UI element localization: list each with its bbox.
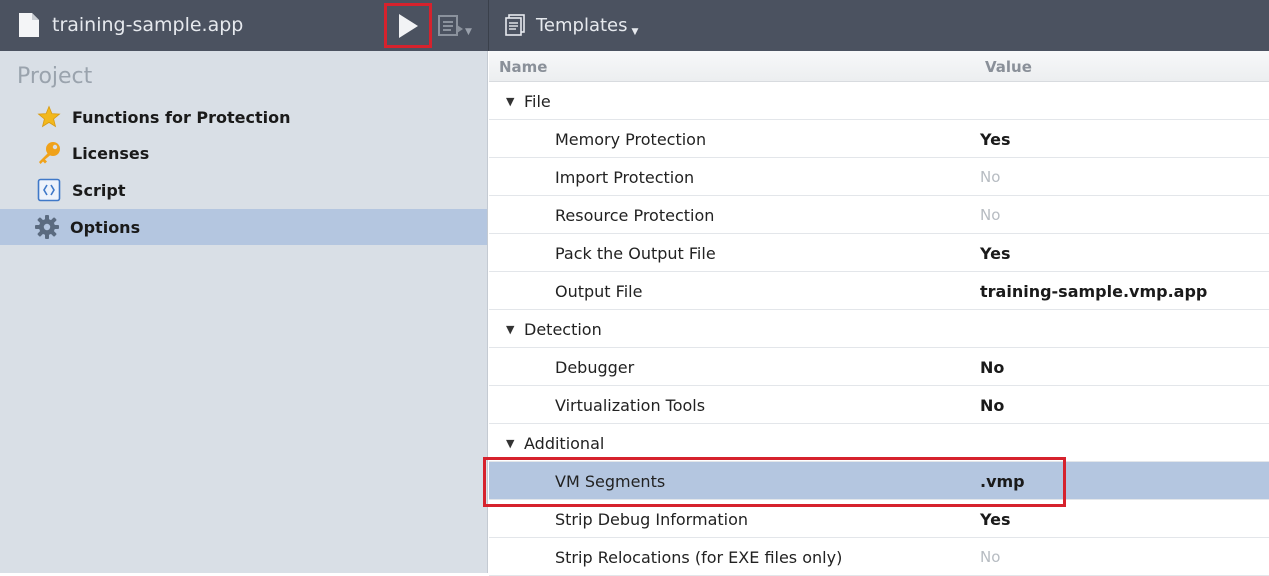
sidebar-item-label: Functions for Protection [72,107,291,127]
sidebar-item-functions-for-protection[interactable]: Functions for Protection [0,99,487,135]
expand-triangle-icon[interactable]: ▼ [506,437,514,450]
sidebar-item-label: Licenses [72,143,150,163]
option-name: Debugger [555,358,635,377]
gear-icon [34,214,60,240]
column-header-value[interactable]: Value [985,58,1032,76]
document-title: training-sample.app [18,10,243,40]
sidebar-item-options[interactable]: Options [0,209,487,245]
option-value[interactable]: Yes [980,510,1011,529]
option-name: Resource Protection [555,206,715,225]
option-name: Memory Protection [555,130,707,149]
compile-icon [438,15,463,36]
sidebar-item-label: Script [72,180,126,200]
column-header-name[interactable]: Name [499,58,547,76]
project-sidebar: Project Functions for Protection License… [0,51,488,573]
option-name: Strip Debug Information [555,510,749,529]
group-row-detection[interactable]: ▼ Detection [489,310,1269,348]
option-value[interactable]: Yes [980,244,1011,263]
option-name: Import Protection [555,168,695,187]
chevron-down-icon[interactable]: ▼ [465,27,472,37]
table-row[interactable]: Output File training-sample.vmp.app [489,272,1269,310]
option-value[interactable]: No [980,396,1004,415]
sidebar-heading: Project [17,64,93,89]
document-title-label: training-sample.app [52,14,244,36]
sidebar-item-script[interactable]: Script [0,172,487,208]
expand-triangle-icon[interactable]: ▼ [506,95,514,108]
table-row[interactable]: Resource Protection No [489,196,1269,234]
grid-header: Name Value [489,51,1269,82]
table-row[interactable]: Strip Debug Information Yes [489,500,1269,538]
expand-triangle-icon[interactable]: ▼ [506,323,514,336]
templates-menu[interactable]: Templates ▼ [504,10,638,40]
templates-label[interactable]: Templates [536,15,628,36]
templates-icon [505,14,525,36]
star-icon [36,104,62,130]
table-row[interactable]: Memory Protection Yes [489,120,1269,158]
table-row[interactable]: Strip Relocations (for EXE files only) N… [489,538,1269,576]
table-row[interactable]: Virtualization Tools No [489,386,1269,424]
sidebar-item-licenses[interactable]: Licenses [0,135,487,171]
option-name: Pack the Output File [555,244,716,263]
script-icon [36,177,62,203]
chevron-down-icon[interactable]: ▼ [632,27,639,37]
option-name: Strip Relocations (for EXE files only) [555,548,843,567]
key-icon [36,140,62,166]
table-row[interactable]: Pack the Output File Yes [489,234,1269,272]
group-row-additional[interactable]: ▼ Additional [489,424,1269,462]
document-icon [19,13,39,37]
group-label: File [524,92,551,111]
option-value[interactable]: Yes [980,130,1011,149]
group-row-file[interactable]: ▼ File [489,82,1269,120]
option-value[interactable]: training-sample.vmp.app [980,282,1207,301]
run-button[interactable] [384,3,432,48]
table-row[interactable]: Debugger No [489,348,1269,386]
toolbar: training-sample.app ▼ Templates ▼ [0,0,1269,51]
group-label: Additional [524,434,605,453]
play-icon [399,13,418,38]
option-value[interactable]: No [980,548,1000,566]
option-name: Output File [555,282,643,301]
options-property-grid: Name Value ▼ File Memory Protection Yes … [489,51,1269,576]
table-row[interactable]: Import Protection No [489,158,1269,196]
option-value[interactable]: .vmp [980,472,1025,491]
option-value[interactable]: No [980,168,1000,186]
sidebar-item-label: Options [70,217,141,237]
toolbar-divider [488,0,489,51]
table-row-selected[interactable]: VM Segments .vmp [489,462,1269,500]
compile-button[interactable]: ▼ [438,12,480,40]
option-name: VM Segments [555,472,666,491]
option-value[interactable]: No [980,358,1004,377]
option-value[interactable]: No [980,206,1000,224]
option-name: Virtualization Tools [555,396,706,415]
group-label: Detection [524,320,602,339]
